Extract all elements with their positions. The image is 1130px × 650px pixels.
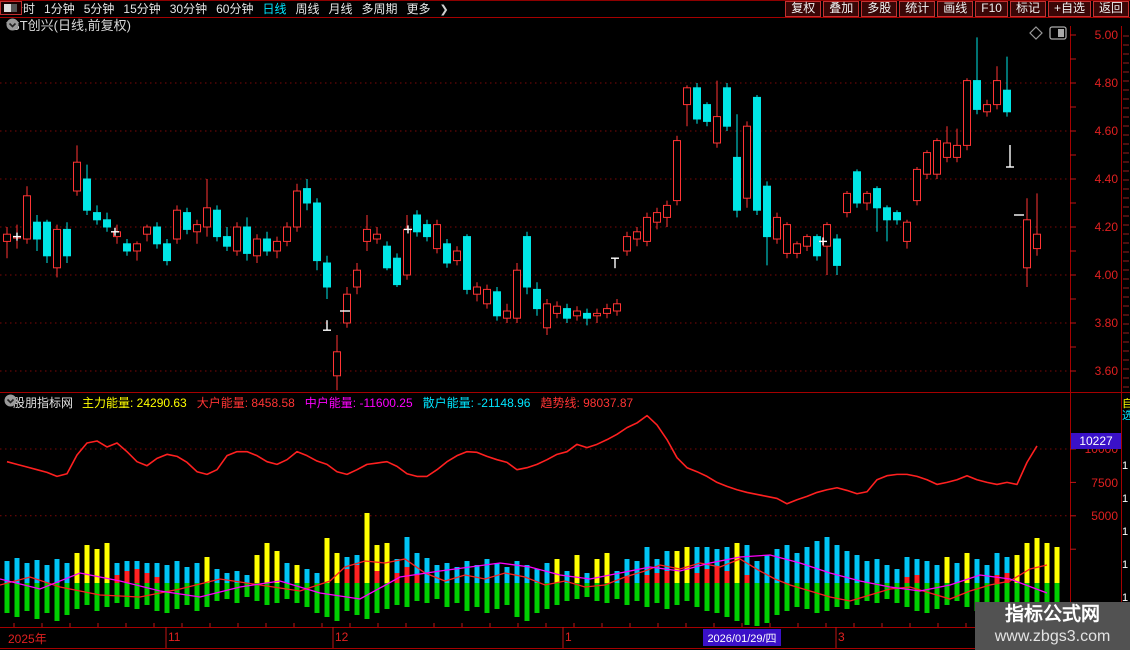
edge-clipped-quotes: 自选11111 — [1122, 398, 1130, 626]
indicator-value-badge: 10227 — [1071, 433, 1121, 449]
panel-split-icon[interactable] — [1049, 26, 1067, 40]
price-tick-label: 3.60 — [1094, 364, 1118, 378]
toolbar-button[interactable]: F10 — [975, 1, 1008, 17]
toolbar-button[interactable]: 多股 — [861, 1, 898, 17]
indicator-values: 主力能量: 24290.63 大户能量: 8458.58 中户能量: -11600.… — [82, 394, 633, 411]
indicator-field: 中户能量: -11600.25 — [304, 395, 413, 410]
app-window: 分时 1分钟 5分钟 15分钟 30分钟 60分钟 日线 周线 月线 多周期 更多 ❯ 复权 叠加 多股… — [0, 0, 1130, 650]
period-tab[interactable]: 更多 — [407, 2, 431, 16]
period-tab[interactable]: 5分钟 — [84, 2, 115, 16]
edge-quote-digit: 1 — [1122, 559, 1129, 571]
indicator-field: 趋势线: 98037.87 — [540, 395, 634, 410]
indicator-source[interactable]: 股朋指标网 — [13, 394, 73, 411]
period-tab[interactable]: 15分钟 — [123, 2, 160, 16]
toolbar-button[interactable]: 统计 — [899, 1, 936, 17]
date-tick-label: 11 — [168, 630, 181, 644]
period-tab[interactable]: 周线 — [295, 2, 319, 16]
period-toolbar: 分时 1分钟 5分钟 15分钟 30分钟 60分钟 日线 周线 月线 多周期 更多 ❯ 复权 叠加 多股… — [0, 0, 1130, 18]
watermark: 指标公式网 www.zbgs3.com — [975, 602, 1130, 650]
period-tab[interactable]: 60分钟 — [216, 2, 253, 16]
toolbar-right-buttons: 复权 叠加 多股 统计 画线 F10 标记 +自选 返回 — [785, 1, 1130, 17]
price-tick-label: 4.60 — [1094, 124, 1118, 138]
price-tick-label: 4.00 — [1094, 268, 1118, 282]
period-tab[interactable]: 多周期 — [362, 2, 398, 16]
period-tab[interactable]: 30分钟 — [170, 2, 207, 16]
date-tick-label: 12 — [335, 630, 349, 644]
period-tabs: 分时 1分钟 5分钟 15分钟 30分钟 60分钟 日线 周线 月线 多周期 更多 — [11, 0, 440, 18]
period-tab[interactable]: 月线 — [329, 2, 353, 16]
watermark-title: 指标公式网 — [1004, 604, 1100, 625]
indicator-tick-label: 7500 — [1091, 476, 1118, 490]
indicator-header: 股朋指标网 主力能量: 24290.63 大户能量: 8458.58 中户能量: -… — [4, 394, 633, 410]
price-tick-label: 4.20 — [1094, 220, 1118, 234]
period-tab[interactable]: 1分钟 — [44, 2, 75, 16]
date-tick-label: 2025年 — [8, 632, 47, 646]
edge-tab-char: 选 — [1122, 410, 1130, 422]
indicator-field: 散户能量: -21148.96 — [422, 395, 531, 410]
price-tick-label: 3.80 — [1094, 316, 1118, 330]
toolbar-button[interactable]: 复权 — [785, 1, 822, 17]
date-tick-label: 3 — [838, 630, 845, 644]
edge-tab-char: 自 — [1122, 398, 1130, 410]
price-tick-label: 5.00 — [1094, 28, 1118, 42]
toolbar-button[interactable]: 返回 — [1092, 1, 1129, 17]
toolbar-button[interactable]: 叠加 — [823, 1, 860, 17]
selected-date-badge: 2026/01/29/四 — [703, 629, 781, 646]
edge-quote-digit: 1 — [1122, 460, 1129, 472]
diamond-icon[interactable] — [1029, 26, 1043, 40]
toolbar-button[interactable]: 标记 — [1009, 1, 1046, 17]
more-chevron-icon[interactable]: ❯ — [440, 3, 449, 16]
stock-title-bar: *ST创兴(日线,前复权) — [6, 18, 137, 33]
date-tick-label: 1 — [565, 630, 572, 644]
edge-quote-digit: 1 — [1122, 526, 1129, 538]
edge-quote-digit: 1 — [1122, 493, 1129, 505]
chart-canvas[interactable] — [0, 0, 1130, 650]
price-tick-label: 4.80 — [1094, 76, 1118, 90]
toolbar-button[interactable]: 画线 — [937, 1, 974, 17]
indicator-field: 主力能量: 24290.63 — [82, 395, 187, 410]
indicator-tick-label: 5000 — [1091, 509, 1118, 523]
price-tick-label: 4.40 — [1094, 172, 1118, 186]
edge-clipped-panel — [1123, 28, 1129, 390]
period-tab[interactable]: 日线 — [262, 2, 286, 16]
toolbar-button[interactable]: +自选 — [1047, 1, 1091, 17]
indicator-field: 大户能量: 8458.58 — [196, 395, 295, 410]
watermark-url: www.zbgs3.com — [994, 628, 1111, 645]
